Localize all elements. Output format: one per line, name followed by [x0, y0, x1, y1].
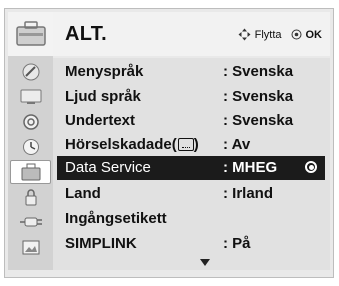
settings-list: Menyspråk : Svenska Ljud språk : Svenska…	[53, 58, 330, 270]
menu-row-simplink[interactable]: SIMPLINK : På	[53, 232, 330, 256]
clock-icon	[22, 139, 39, 155]
menu-row-subtitle[interactable]: Undertext : Svenska	[53, 109, 330, 133]
menu-row-value: : Svenska	[223, 63, 294, 80]
menu-row-label: Data Service	[65, 159, 151, 176]
toolbox-option-icon	[21, 163, 40, 181]
menu-row-audio-language[interactable]: Ljud språk : Svenska	[53, 85, 330, 109]
menu-row-label: Ljud språk	[65, 88, 141, 105]
sidebar-item-picture[interactable]	[13, 87, 48, 107]
sidebar-item-channels[interactable]	[13, 62, 48, 82]
menu-row-label-wrap: Hörselskadade()	[65, 136, 199, 153]
navigation-hint: Flytta OK	[238, 28, 322, 41]
sidebar-item-usb[interactable]	[13, 237, 48, 257]
ok-hint-label: OK	[305, 28, 323, 41]
menu-row-value: : MHEG	[223, 159, 278, 176]
move-hint-label: Flytta	[254, 28, 282, 41]
menu-row-input-label[interactable]: Ingångsetikett	[53, 207, 330, 231]
menu-row-value: : På	[223, 235, 251, 252]
four-way-arrow-icon	[238, 28, 251, 41]
input-plug-icon	[19, 217, 42, 227]
menu-title: ALT.	[65, 23, 107, 45]
menu-row-data-service-selected[interactable]: Data Service : MHEG	[57, 156, 325, 180]
sidebar-item-option-selected[interactable]	[10, 160, 51, 184]
sidebar-item-time[interactable]	[13, 137, 48, 157]
menu-row-label: Undertext	[65, 112, 136, 129]
menu-header: ALT. Flytta OK	[53, 12, 330, 56]
menu-row-value: : Svenska	[223, 88, 294, 105]
sidebar-item-input[interactable]	[13, 212, 48, 232]
scroll-down-arrow-icon[interactable]	[200, 259, 210, 266]
menu-row-value: : Irland	[223, 185, 274, 202]
menu-row-label: Menyspråk	[65, 63, 144, 80]
speaker-icon	[22, 114, 39, 130]
option-category-icon	[8, 12, 53, 56]
menu-row-label: SIMPLINK	[65, 235, 137, 252]
satellite-dish-icon	[22, 63, 39, 81]
menu-row-hearing-impaired[interactable]: Hörselskadade() : Av	[53, 133, 330, 157]
ok-button-icon	[291, 29, 301, 40]
menu-row-value: : Av	[223, 136, 251, 153]
category-sidebar	[8, 12, 53, 270]
menu-row-label-suffix: )	[193, 136, 199, 153]
sidebar-item-audio[interactable]	[13, 112, 48, 132]
menu-row-value: : Svenska	[223, 112, 294, 129]
menu-row-label: Land	[65, 185, 101, 202]
tv-osd-frame: ALT. Flytta OK Menyspråk : Svenska Ljud …	[0, 0, 339, 286]
lock-icon	[25, 189, 36, 206]
toolbox-icon	[15, 21, 46, 46]
sidebar-item-lock[interactable]	[13, 187, 48, 207]
menu-row-country[interactable]: Land : Irland	[53, 182, 330, 206]
menu-row-label: Ingångsetikett	[65, 210, 167, 227]
menu-row-label: Hörselskadade(	[65, 136, 177, 153]
menu-row-menu-language[interactable]: Menyspråk : Svenska	[53, 60, 330, 84]
closed-caption-icon	[177, 138, 194, 151]
usb-photo-icon	[22, 240, 39, 255]
tv-screen-icon	[20, 89, 41, 104]
ok-radio-icon	[305, 161, 317, 173]
